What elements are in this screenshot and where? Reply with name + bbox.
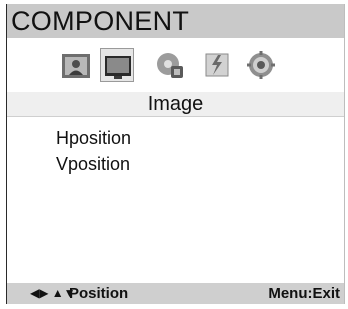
footer-bar: ◀▶ ▲▼ Position Menu:Exit: [7, 283, 344, 304]
menu-item-vposition[interactable]: Vposition: [56, 154, 130, 174]
menu-item-hposition[interactable]: Hposition: [56, 128, 131, 148]
title-bar: COMPONENT: [7, 4, 344, 38]
exit-hint-label: Menu:Exit: [268, 285, 340, 302]
nav-hint-label: Position: [69, 285, 129, 302]
source-title: COMPONENT: [11, 6, 190, 36]
picture-icon[interactable]: [59, 48, 93, 82]
sound-icon[interactable]: [153, 48, 187, 82]
osd-menu-window: COMPONENT Image Hposition Vposition ◀▶ ▲…: [6, 4, 345, 304]
menu-icon-bar: [7, 38, 344, 92]
monitor-icon[interactable]: [100, 48, 134, 82]
function-icon[interactable]: [200, 48, 234, 82]
page-title: Image: [7, 92, 344, 116]
divider: [7, 116, 344, 117]
settings-icon[interactable]: [244, 48, 278, 82]
